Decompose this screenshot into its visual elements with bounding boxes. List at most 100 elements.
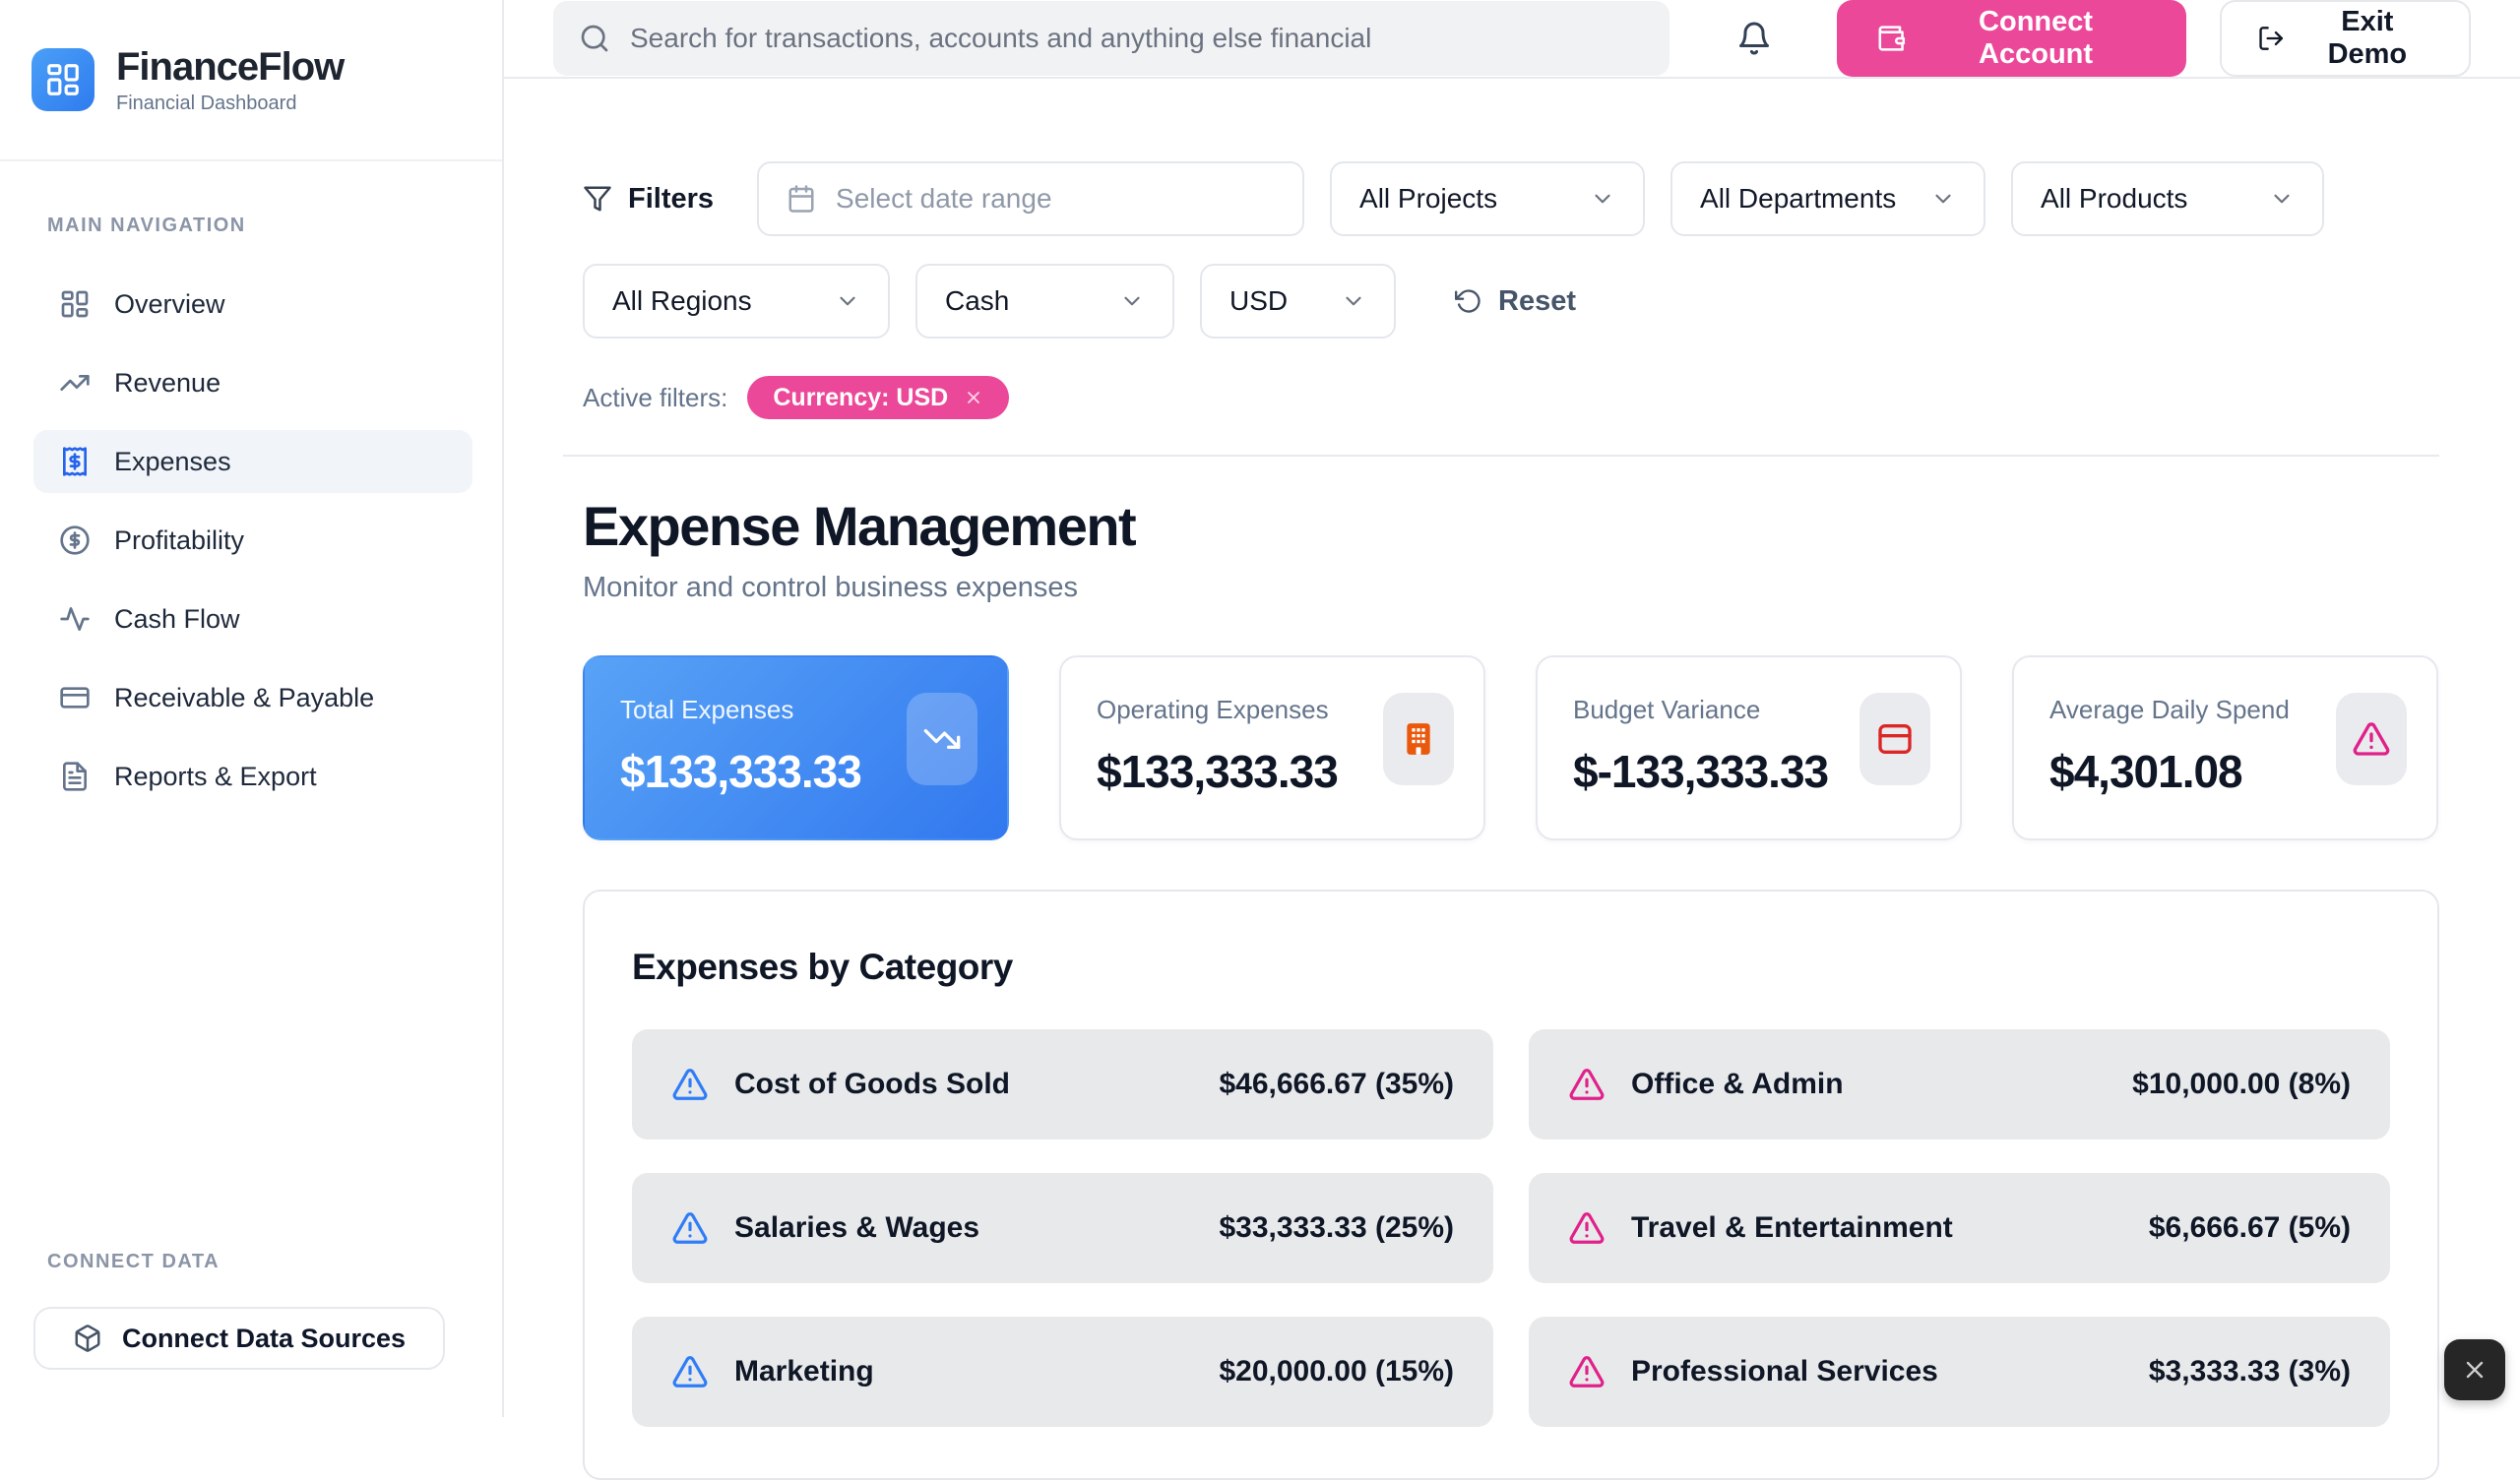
alert-triangle-icon: [671, 1209, 709, 1247]
sidebar-item-receivable-payable[interactable]: Receivable & Payable: [33, 666, 472, 729]
stat-icon-box: [907, 693, 977, 785]
sidebar-item-label: Profitability: [114, 525, 244, 556]
credit-card-icon: [1875, 719, 1915, 759]
connect-data-section: CONNECT DATA Connect Data Sources: [0, 1251, 502, 1417]
alert-triangle-icon: [671, 1353, 709, 1390]
trending-up-icon: [59, 367, 91, 399]
category-label: Travel & Entertainment: [1631, 1211, 1953, 1245]
close-icon[interactable]: [964, 388, 983, 407]
connect-section-label: CONNECT DATA: [33, 1251, 472, 1273]
stat-cards-row: Total Expenses $133,333.33 Operating Exp…: [583, 655, 2439, 840]
departments-dropdown[interactable]: All Departments: [1670, 161, 1985, 236]
sidebar-item-profitability[interactable]: Profitability: [33, 509, 472, 572]
active-filter-chip-currency[interactable]: Currency: USD: [747, 376, 1009, 419]
connect-account-label: Connect Account: [1924, 6, 2148, 71]
reset-filters-button[interactable]: Reset: [1455, 285, 1576, 318]
alert-triangle-icon: [1568, 1209, 1606, 1247]
date-range-picker[interactable]: Select date range: [757, 161, 1304, 236]
sidebar: FinanceFlow Financial Dashboard MAIN NAV…: [0, 0, 504, 1417]
brand-tagline: Financial Dashboard: [116, 92, 344, 115]
chevron-down-icon: [2269, 186, 2295, 212]
projects-dropdown-value: All Projects: [1359, 183, 1497, 215]
category-grid: Cost of Goods Sold $46,666.67 (35%) Offi…: [632, 1029, 2390, 1427]
section-divider: [563, 455, 2439, 457]
page-subtitle: Monitor and control business expenses: [583, 572, 2439, 604]
global-search: [553, 1, 1670, 76]
regions-dropdown-value: All Regions: [612, 285, 752, 317]
stat-icon-box: [2336, 693, 2407, 785]
connect-data-sources-label: Connect Data Sources: [122, 1324, 406, 1354]
connect-account-button[interactable]: Connect Account: [1837, 0, 2186, 77]
category-label: Office & Admin: [1631, 1068, 1844, 1101]
sidebar-item-label: Expenses: [114, 447, 231, 477]
search-icon: [579, 23, 610, 54]
active-filters-label: Active filters:: [583, 383, 727, 413]
payment-method-dropdown-value: Cash: [945, 285, 1009, 317]
circle-dollar-icon: [59, 524, 91, 556]
close-overlay-button[interactable]: [2444, 1339, 2505, 1400]
currency-dropdown[interactable]: USD: [1200, 264, 1396, 339]
chevron-down-icon: [1341, 288, 1366, 314]
projects-dropdown[interactable]: All Projects: [1330, 161, 1645, 236]
receipt-icon: [59, 446, 91, 477]
category-row-travel-entertainment: Travel & Entertainment $6,666.67 (5%): [1529, 1173, 2390, 1283]
sidebar-item-label: Reports & Export: [114, 762, 317, 792]
active-filters-row: Active filters: Currency: USD: [583, 376, 2439, 419]
currency-dropdown-value: USD: [1229, 285, 1288, 317]
dashboard-grid-icon: [44, 61, 82, 98]
date-range-placeholder: Select date range: [836, 183, 1052, 215]
alert-triangle-icon: [1568, 1353, 1606, 1390]
products-dropdown-value: All Products: [2041, 183, 2187, 215]
category-value: $20,000.00 (15%): [1219, 1355, 1454, 1388]
products-dropdown[interactable]: All Products: [2011, 161, 2324, 236]
sidebar-item-overview[interactable]: Overview: [33, 273, 472, 336]
sidebar-item-expenses[interactable]: Expenses: [33, 430, 472, 493]
file-text-icon: [59, 761, 91, 792]
rotate-ccw-icon: [1455, 287, 1482, 315]
credit-card-icon: [59, 682, 91, 713]
page-title: Expense Management: [583, 494, 2439, 558]
category-row-professional-services: Professional Services $3,333.33 (3%): [1529, 1317, 2390, 1427]
sidebar-item-reports-export[interactable]: Reports & Export: [33, 745, 472, 808]
brand-name: FinanceFlow: [116, 45, 344, 89]
notifications-button[interactable]: [1736, 21, 1772, 56]
calendar-icon: [787, 184, 816, 214]
close-icon: [2461, 1356, 2488, 1384]
chevron-down-icon: [1930, 186, 1956, 212]
category-value: $3,333.33 (3%): [2149, 1355, 2351, 1388]
expenses-by-category-title: Expenses by Category: [632, 947, 2390, 988]
filters-row-1: Filters Select date range All Projects A…: [583, 161, 2439, 236]
category-value: $46,666.67 (35%): [1219, 1068, 1454, 1101]
stat-card-total-expenses[interactable]: Total Expenses $133,333.33: [583, 655, 1009, 840]
trending-down-icon: [922, 719, 962, 759]
stat-card-operating-expenses[interactable]: Operating Expenses $133,333.33: [1059, 655, 1485, 840]
category-label: Marketing: [734, 1355, 874, 1388]
connect-data-sources-button[interactable]: Connect Data Sources: [33, 1307, 445, 1370]
active-filter-chip-label: Currency: USD: [773, 384, 948, 412]
alert-triangle-icon: [2352, 719, 2391, 759]
app-logo: [32, 48, 94, 111]
search-input[interactable]: [630, 23, 1644, 54]
chevron-down-icon: [835, 288, 860, 314]
category-label: Professional Services: [1631, 1355, 1938, 1388]
exit-demo-label: Exit Demo: [2301, 6, 2433, 71]
category-row-cost-of-goods-sold: Cost of Goods Sold $46,666.67 (35%): [632, 1029, 1493, 1140]
chevron-down-icon: [1119, 288, 1145, 314]
sidebar-item-cash-flow[interactable]: Cash Flow: [33, 587, 472, 650]
category-value: $6,666.67 (5%): [2149, 1211, 2351, 1245]
sidebar-item-revenue[interactable]: Revenue: [33, 351, 472, 414]
stat-card-average-daily-spend[interactable]: Average Daily Spend $4,301.08: [2012, 655, 2438, 840]
financeflow-app: FinanceFlow Financial Dashboard MAIN NAV…: [0, 0, 2520, 1417]
exit-demo-button[interactable]: Exit Demo: [2220, 0, 2471, 77]
filters-title-wrap: Filters: [583, 183, 714, 216]
building-icon: [1399, 719, 1438, 759]
category-label: Salaries & Wages: [734, 1211, 979, 1245]
sidebar-item-label: Cash Flow: [114, 604, 240, 635]
chevron-down-icon: [1590, 186, 1615, 212]
filters-title: Filters: [628, 183, 714, 216]
sidebar-item-label: Receivable & Payable: [114, 683, 374, 713]
stat-card-budget-variance[interactable]: Budget Variance $-133,333.33: [1536, 655, 1962, 840]
payment-method-dropdown[interactable]: Cash: [915, 264, 1174, 339]
brand-header: FinanceFlow Financial Dashboard: [0, 0, 502, 161]
regions-dropdown[interactable]: All Regions: [583, 264, 890, 339]
